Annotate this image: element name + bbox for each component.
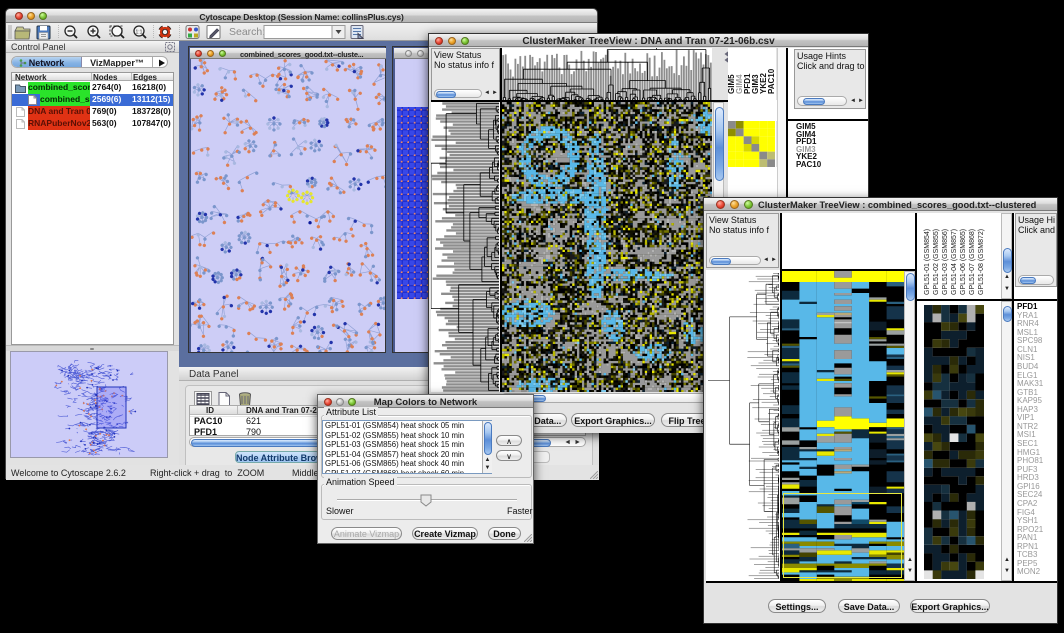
svg-text:Search:: Search:	[229, 26, 265, 38]
svg-text:1:1: 1:1	[136, 30, 143, 36]
